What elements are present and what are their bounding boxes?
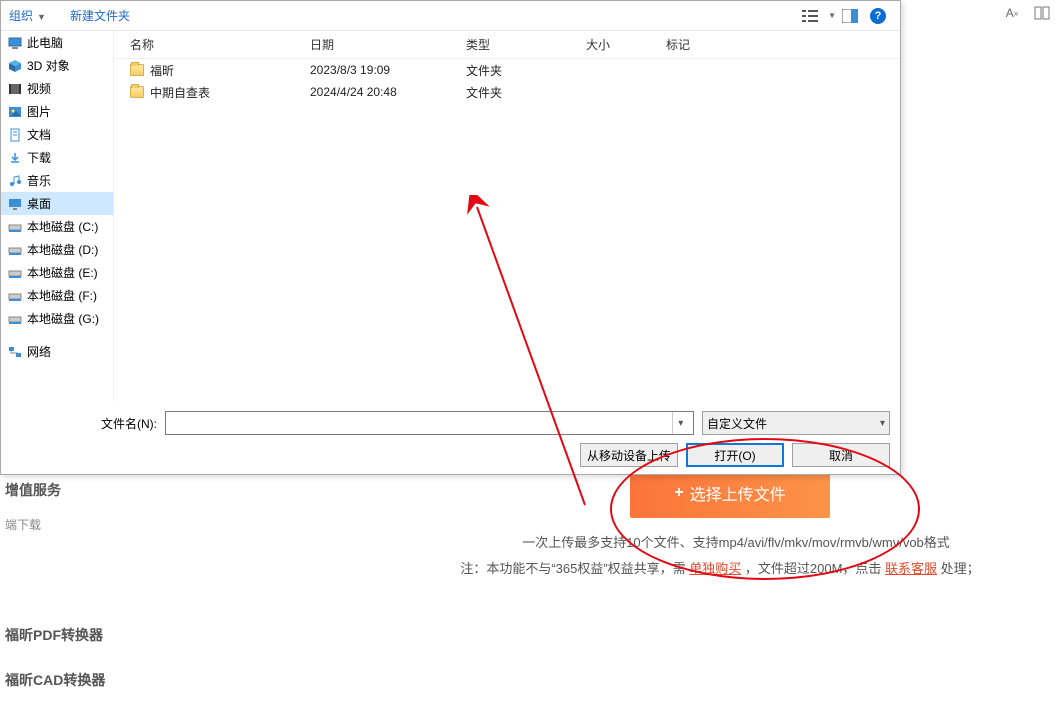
browser-toolbar-icons: A» — [1002, 3, 1052, 23]
sidebar-item-drive-d[interactable]: 本地磁盘 (D:) — [1, 238, 113, 261]
col-tag[interactable]: 标记 — [650, 36, 900, 53]
preview-pane-icon[interactable] — [838, 4, 862, 28]
image-icon — [7, 104, 23, 120]
col-type[interactable]: 类型 — [450, 36, 570, 53]
cancel-button[interactable]: 取消 — [792, 443, 890, 467]
sidebar-item-drive-e[interactable]: 本地磁盘 (E:) — [1, 261, 113, 284]
help-icon[interactable]: ? — [866, 4, 890, 28]
col-size[interactable]: 大小 — [570, 36, 650, 53]
sidebar-spacer — [1, 330, 113, 340]
folder-icon — [130, 64, 144, 76]
filename-combo[interactable]: ▾ — [165, 411, 694, 435]
dialog-toolbar: 组织▼ 新建文件夹 ▼ ? — [1, 1, 900, 31]
sidebar-item-documents[interactable]: 文档 — [1, 123, 113, 146]
file-open-dialog: 组织▼ 新建文件夹 ▼ ? 此电脑 3D 对象 视频 图片 文档 下载 音乐 桌… — [0, 0, 901, 475]
chevron-down-icon[interactable]: ▾ — [672, 412, 689, 434]
left-menu-item[interactable]: 增值服务 — [5, 480, 61, 500]
desktop-icon — [7, 196, 23, 212]
upload-info-line2: 注：本功能不与“365权益”权益共享，需 单独购买 ，文件超过200M，点击 联… — [395, 558, 1045, 577]
upload-button-label: 选择上传文件 — [690, 481, 786, 505]
sidebar-item-downloads[interactable]: 下载 — [1, 146, 113, 169]
filename-input[interactable] — [170, 412, 672, 434]
download-icon — [7, 150, 23, 166]
text-size-icon[interactable]: A» — [1002, 3, 1022, 23]
col-date[interactable]: 日期 — [294, 36, 450, 53]
pc-icon — [7, 35, 23, 51]
sidebar-item-network[interactable]: 网络 — [1, 340, 113, 363]
chevron-down-icon: ▼ — [37, 12, 46, 22]
drive-icon — [7, 311, 23, 327]
file-row[interactable]: 中期自查表 2024/4/24 20:48 文件夹 — [114, 81, 900, 103]
sidebar-item-videos[interactable]: 视频 — [1, 77, 113, 100]
drive-icon — [7, 242, 23, 258]
new-folder-button[interactable]: 新建文件夹 — [70, 7, 130, 24]
column-headers: 名称 日期 类型 大小 标记 — [114, 31, 900, 59]
support-link[interactable]: 联系客服 — [885, 561, 937, 576]
organize-menu[interactable]: 组织▼ — [9, 7, 46, 24]
open-button[interactable]: 打开(O) — [686, 443, 784, 467]
view-mode-icon[interactable] — [798, 4, 822, 28]
network-icon — [7, 344, 23, 360]
folder-icon — [130, 86, 144, 98]
dialog-bottom: 文件名(N): ▾ 自定义文件 ▾ 从移动设备上传 打开(O) 取消 — [1, 401, 900, 477]
sidebar-item-pictures[interactable]: 图片 — [1, 100, 113, 123]
film-icon — [7, 81, 23, 97]
left-menu-item[interactable]: 福昕CAD转换器 — [5, 670, 105, 690]
plus-icon: + — [674, 484, 683, 502]
music-icon — [7, 173, 23, 189]
file-row[interactable]: 福昕 2023/8/3 19:09 文件夹 — [114, 59, 900, 81]
buy-link[interactable]: 单独购买 — [689, 561, 741, 576]
sidebar-item-3d[interactable]: 3D 对象 — [1, 54, 113, 77]
sidebar-item-desktop[interactable]: 桌面 — [1, 192, 113, 215]
left-menu-item: 端下载 — [5, 516, 41, 533]
sidebar-item-drive-g[interactable]: 本地磁盘 (G:) — [1, 307, 113, 330]
sidebar-item-this-pc[interactable]: 此电脑 — [1, 31, 113, 54]
chevron-down-icon[interactable]: ▼ — [828, 11, 836, 20]
file-list: 名称 日期 类型 大小 标记 福昕 2023/8/3 19:09 文件夹 中期自… — [113, 31, 900, 401]
drive-icon — [7, 219, 23, 235]
dialog-main: 此电脑 3D 对象 视频 图片 文档 下载 音乐 桌面 本地磁盘 (C:) 本地… — [1, 31, 900, 401]
left-menu-item[interactable]: 福昕PDF转换器 — [5, 625, 103, 645]
upload-from-mobile-button[interactable]: 从移动设备上传 — [580, 443, 678, 467]
sidebar-tree: 此电脑 3D 对象 视频 图片 文档 下载 音乐 桌面 本地磁盘 (C:) 本地… — [1, 31, 113, 401]
filename-label: 文件名(N): — [11, 415, 157, 432]
sidebar-item-drive-c[interactable]: 本地磁盘 (C:) — [1, 215, 113, 238]
drive-icon — [7, 288, 23, 304]
filetype-select[interactable]: 自定义文件 ▾ — [702, 411, 890, 435]
cube-icon — [7, 58, 23, 74]
col-name[interactable]: 名称 — [114, 36, 294, 53]
drive-icon — [7, 265, 23, 281]
chevron-down-icon: ▾ — [880, 418, 885, 429]
reader-icon[interactable] — [1032, 3, 1052, 23]
doc-icon — [7, 127, 23, 143]
sidebar-item-drive-f[interactable]: 本地磁盘 (F:) — [1, 284, 113, 307]
sidebar-item-music[interactable]: 音乐 — [1, 169, 113, 192]
upload-info-line1: 一次上传最多支持10个文件、支持mp4/avi/flv/mkv/mov/rmvb… — [436, 532, 1036, 551]
